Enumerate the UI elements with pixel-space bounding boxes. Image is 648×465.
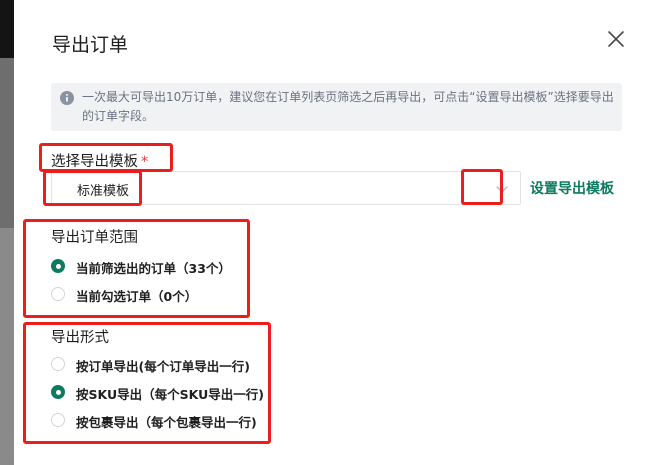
background-panel-dark: [0, 0, 14, 58]
info-icon: [60, 91, 74, 105]
background-overlay: [0, 0, 14, 465]
close-icon[interactable]: [605, 28, 627, 50]
highlight-range-section: [23, 219, 250, 318]
highlight-dropdown-arrow: [461, 169, 503, 205]
highlight-format-section: [23, 322, 271, 444]
template-settings-link[interactable]: 设置导出模板: [530, 178, 614, 198]
notice-banner: 一次最大可导出10万订单，建议您在订单列表页筛选之后再导出，可点击“设置导出模板…: [51, 83, 622, 131]
notice-text: 一次最大可导出10万订单，建议您在订单列表页筛选之后再导出，可点击“设置导出模板…: [82, 90, 614, 123]
dialog-title: 导出订单: [52, 34, 129, 56]
background-panel: [0, 58, 14, 228]
highlight-template-value: [43, 170, 142, 206]
highlight-template-label: [39, 143, 173, 172]
